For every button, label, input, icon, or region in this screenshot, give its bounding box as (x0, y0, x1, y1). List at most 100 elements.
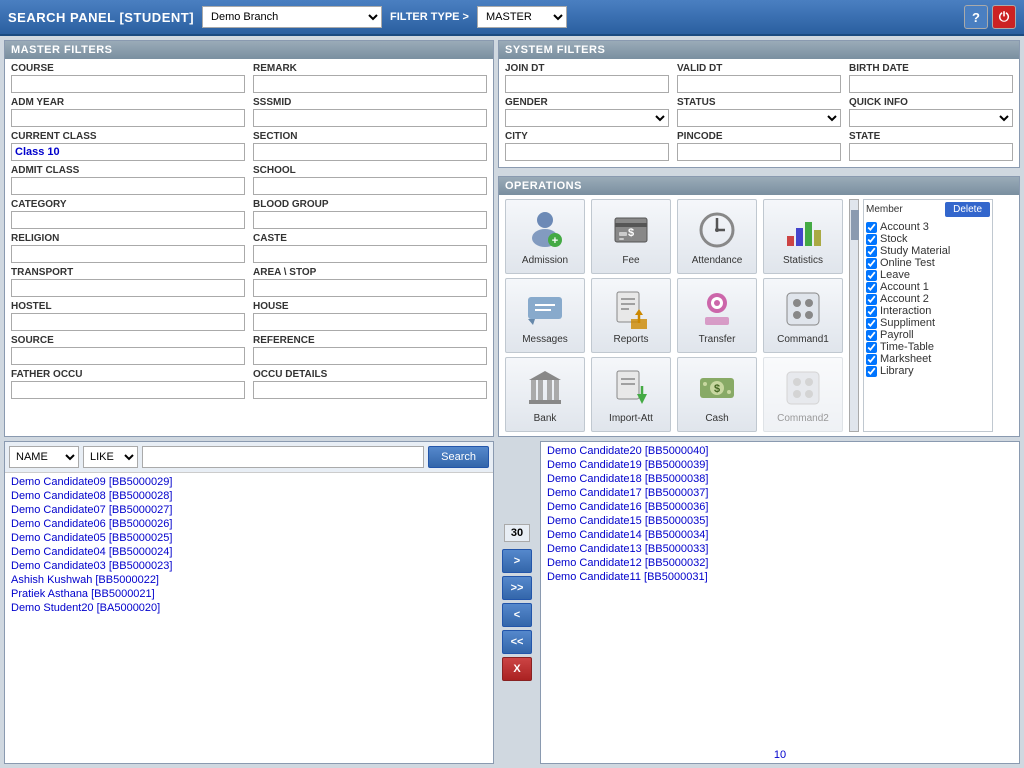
op-button-reports[interactable]: Reports (591, 278, 671, 353)
label-current_class: CURRENT CLASS (11, 131, 245, 142)
checkbox-leave[interactable] (866, 270, 877, 281)
branch-select[interactable]: Demo Branch (202, 6, 382, 28)
input-course[interactable] (11, 75, 245, 93)
input-hostel[interactable] (11, 313, 245, 331)
search-input[interactable] (142, 446, 424, 468)
list-item[interactable]: Demo Candidate17 [BB5000037] (541, 486, 1019, 500)
input-category[interactable] (11, 211, 245, 229)
sys-input-birth_date[interactable] (849, 75, 1013, 93)
op-button-messages[interactable]: Messages (505, 278, 585, 353)
checkbox-suppliment[interactable] (866, 318, 877, 329)
input-school[interactable] (253, 177, 487, 195)
checklist-label-suppliment: Suppliment (880, 317, 935, 329)
delete-button[interactable]: Delete (945, 202, 990, 217)
checkbox-account_2[interactable] (866, 294, 877, 305)
sys-input-state[interactable] (849, 143, 1013, 161)
help-button[interactable]: ? (964, 5, 988, 29)
clear-button[interactable]: X (502, 657, 532, 681)
checkbox-stock[interactable] (866, 234, 877, 245)
op-button-bank[interactable]: Bank (505, 357, 585, 432)
list-item[interactable]: Demo Candidate09 [BB5000029] (5, 475, 493, 489)
ops-scroll-thumb (851, 210, 859, 240)
sys-label-city: CITY (505, 131, 669, 142)
filter-type-select[interactable]: MASTER (477, 6, 567, 28)
sys-input-city[interactable] (505, 143, 669, 161)
input-father_occu[interactable] (11, 381, 245, 399)
op-button-admission[interactable]: + Admission (505, 199, 585, 274)
list-item[interactable]: Demo Candidate06 [BB5000026] (5, 517, 493, 531)
member-label: Member (866, 204, 903, 215)
move-all-left-button[interactable]: << (502, 630, 532, 654)
input-adm_year[interactable] (11, 109, 245, 127)
list-item[interactable]: Demo Candidate18 [BB5000038] (541, 472, 1019, 486)
list-item[interactable]: Demo Candidate14 [BB5000034] (541, 528, 1019, 542)
list-item[interactable]: Demo Candidate05 [BB5000025] (5, 531, 493, 545)
op-button-cash[interactable]: $ Cash (677, 357, 757, 432)
list-item[interactable]: Demo Candidate13 [BB5000033] (541, 542, 1019, 556)
checkbox-payroll[interactable] (866, 330, 877, 341)
sys-input-join_dt[interactable] (505, 75, 669, 93)
field-blood_group: BLOOD GROUP (253, 199, 487, 229)
list-item[interactable]: Demo Candidate03 [BB5000023] (5, 559, 493, 573)
sys-input-valid_dt[interactable] (677, 75, 841, 93)
field-source: SOURCE (11, 335, 245, 365)
list-item[interactable]: Demo Candidate19 [BB5000039] (541, 458, 1019, 472)
op-button-transfer[interactable]: Transfer (677, 278, 757, 353)
sys-input-pincode[interactable] (677, 143, 841, 161)
op-button-attendance[interactable]: Attendance (677, 199, 757, 274)
operations-header: OPERATIONS (499, 177, 1019, 195)
list-item[interactable]: Demo Candidate12 [BB5000032] (541, 556, 1019, 570)
sys-select-gender[interactable] (505, 109, 669, 127)
op-button-fee[interactable]: $ Fee (591, 199, 671, 274)
input-house[interactable] (253, 313, 487, 331)
input-blood_group[interactable] (253, 211, 487, 229)
input-remark[interactable] (253, 75, 487, 93)
input-reference[interactable] (253, 347, 487, 365)
checkbox-library[interactable] (866, 366, 877, 377)
name-select[interactable]: NAME ID CLASS (9, 446, 79, 468)
checklist-label-payroll: Payroll (880, 329, 914, 341)
list-item[interactable]: Demo Candidate16 [BB5000036] (541, 500, 1019, 514)
input-section[interactable] (253, 143, 487, 161)
op-button-import_att[interactable]: Import-Att (591, 357, 671, 432)
input-admit_class[interactable] (11, 177, 245, 195)
input-source[interactable] (11, 347, 245, 365)
list-item[interactable]: Pratiek Asthana [BB5000021] (5, 587, 493, 601)
move-right-button[interactable]: > (502, 549, 532, 573)
sys-select-quick_info[interactable] (849, 109, 1013, 127)
input-area_stop[interactable] (253, 279, 487, 297)
checkbox-time-table[interactable] (866, 342, 877, 353)
list-item[interactable]: Demo Candidate04 [BB5000024] (5, 545, 493, 559)
power-button[interactable]: ⏻ (992, 5, 1016, 29)
list-item[interactable]: Demo Candidate20 [BB5000040] (541, 444, 1019, 458)
input-caste[interactable] (253, 245, 487, 263)
checkbox-marksheet[interactable] (866, 354, 877, 365)
checkbox-study_material[interactable] (866, 246, 877, 257)
input-transport[interactable] (11, 279, 245, 297)
list-item[interactable]: Demo Candidate15 [BB5000035] (541, 514, 1019, 528)
ops-scrollbar[interactable] (849, 199, 859, 432)
op-button-command1[interactable]: Command1 (763, 278, 843, 353)
sys-select-status[interactable] (677, 109, 841, 127)
list-item[interactable]: Demo Candidate08 [BB5000028] (5, 489, 493, 503)
list-item[interactable]: Demo Candidate11 [BB5000031] (541, 570, 1019, 584)
move-all-right-button[interactable]: >> (502, 576, 532, 600)
move-left-button[interactable]: < (502, 603, 532, 627)
input-occu_details[interactable] (253, 381, 487, 399)
like-select[interactable]: LIKE = != (83, 446, 138, 468)
statistics-icon (780, 207, 826, 253)
list-item[interactable]: Demo Candidate07 [BB5000027] (5, 503, 493, 517)
op-button-statistics[interactable]: Statistics (763, 199, 843, 274)
input-current_class[interactable] (11, 143, 245, 161)
checkbox-online_test[interactable] (866, 258, 877, 269)
checkbox-interaction[interactable] (866, 306, 877, 317)
input-religion[interactable] (11, 245, 245, 263)
checkbox-account_3[interactable] (866, 222, 877, 233)
checkbox-account_1[interactable] (866, 282, 877, 293)
list-item[interactable]: Demo Student20 [BA5000020] (5, 601, 493, 615)
search-button[interactable]: Search (428, 446, 489, 468)
input-sssmid[interactable] (253, 109, 487, 127)
check-item-account_3: Account 3 (866, 221, 990, 233)
list-item[interactable]: Ashish Kushwah [BB5000022] (5, 573, 493, 587)
checklist-label-account_1: Account 1 (880, 281, 929, 293)
